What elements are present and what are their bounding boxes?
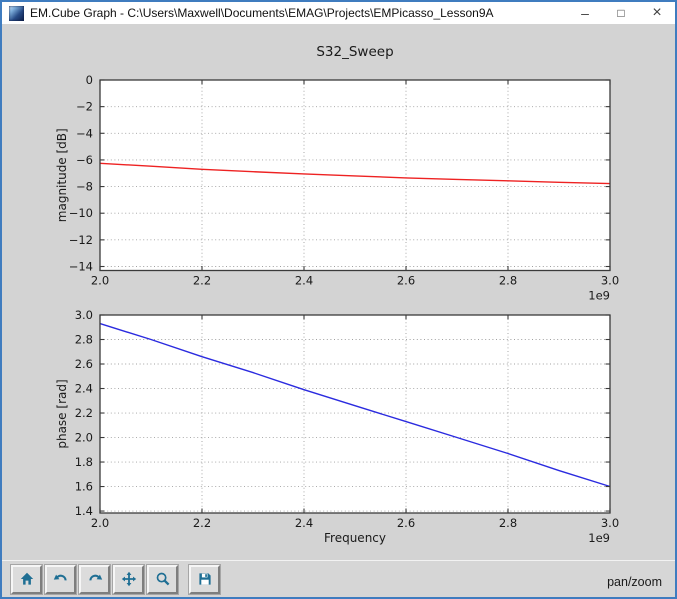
pan-button[interactable]	[113, 564, 144, 594]
y-tick-label: −14	[69, 260, 93, 274]
figure-canvas[interactable]: 2.0 2.2 2.4 2.6 2.8 3.0 0 −2 −4 −6 −8 −10 −12 −14 1e9 m…	[2, 24, 675, 560]
x-offset-label: 1e9	[588, 531, 610, 545]
y-tick-label: 2.0	[75, 431, 93, 445]
axes-background	[100, 315, 610, 513]
x-tick-label: 2.4	[295, 274, 313, 288]
navigation-toolbar: pan/zoom	[2, 560, 675, 597]
home-icon	[20, 572, 33, 585]
y-axis-label: phase [rad]	[55, 379, 69, 448]
y-tick-label: 1.8	[75, 455, 93, 469]
back-icon	[53, 574, 67, 581]
x-tick-label: 3.0	[601, 516, 619, 530]
forward-button[interactable]	[79, 564, 110, 594]
save-icon	[198, 573, 211, 585]
y-tick-label: −4	[76, 126, 93, 140]
y-tick-label: −2	[76, 100, 93, 114]
back-button[interactable]	[45, 564, 76, 594]
x-tick-label: 3.0	[601, 274, 619, 288]
y-tick-label: −12	[69, 233, 93, 247]
toolbar-status: pan/zoom	[607, 575, 662, 589]
minimize-button[interactable]: –	[567, 2, 603, 24]
y-tick-label: 1.4	[75, 504, 93, 518]
maximize-button[interactable]: □	[603, 2, 639, 24]
window-controls: – □ ×	[567, 2, 675, 24]
y-tick-label: −10	[69, 206, 93, 220]
home-button[interactable]	[11, 564, 42, 594]
subplot-phase: 2.0 2.2 2.4 2.6 2.8 3.0 3.0 2.8 2.6 2.4 2.2 2.0 1.8 1…	[55, 308, 619, 545]
x-tick-label: 2.8	[499, 274, 517, 288]
y-tick-label: 2.2	[75, 406, 93, 420]
subplot-magnitude: 2.0 2.2 2.4 2.6 2.8 3.0 0 −2 −4 −6 −8 −10 −12 −14 1e9 m…	[55, 44, 619, 303]
app-logo-icon	[9, 5, 24, 21]
x-tick-label: 2.8	[499, 516, 517, 530]
y-tick-label: 1.6	[75, 480, 93, 494]
x-tick-label: 2.6	[397, 516, 415, 530]
x-offset-label: 1e9	[588, 289, 610, 303]
y-tick-label: −6	[76, 153, 93, 167]
zoom-icon	[156, 572, 169, 586]
chart-title: S32_Sweep	[316, 44, 393, 60]
forward-icon	[88, 574, 102, 581]
y-tick-label: −8	[76, 180, 93, 194]
maximize-icon: □	[617, 6, 625, 20]
x-tick-label: 2.2	[193, 516, 211, 530]
pan-icon	[121, 571, 136, 587]
y-axis-label: magnitude [dB]	[55, 128, 69, 222]
window-title: EM.Cube Graph - C:\Users\Maxwell\Documen…	[30, 6, 494, 20]
app-window: { "window": { "title": "EM.Cube Graph - …	[0, 0, 677, 599]
close-button[interactable]: ×	[639, 2, 675, 24]
y-tick-label: 3.0	[75, 308, 93, 322]
y-tick-label: 2.6	[75, 357, 93, 371]
x-tick-label: 2.0	[91, 516, 109, 530]
titlebar[interactable]: EM.Cube Graph - C:\Users\Maxwell\Documen…	[2, 2, 675, 24]
x-tick-label: 2.4	[295, 516, 313, 530]
x-tick-label: 2.0	[91, 274, 109, 288]
x-axis-label: Frequency	[324, 531, 386, 545]
y-tick-label: 0	[86, 73, 93, 87]
y-tick-label: 2.8	[75, 333, 93, 347]
x-tick-label: 2.6	[397, 274, 415, 288]
minimize-icon: –	[581, 5, 589, 21]
zoom-button[interactable]	[147, 564, 178, 594]
close-icon: ×	[652, 4, 662, 21]
y-tick-label: 2.4	[75, 382, 93, 396]
x-tick-label: 2.2	[193, 274, 211, 288]
save-button[interactable]	[189, 564, 220, 594]
